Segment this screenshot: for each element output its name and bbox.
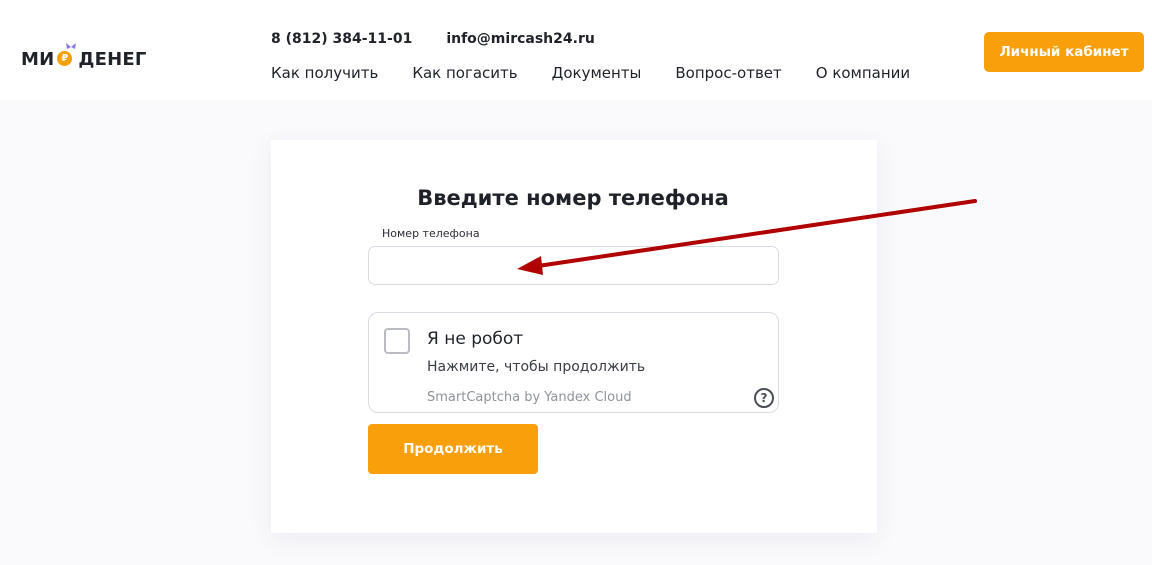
continue-button[interactable]: Продолжить [368,424,538,474]
captcha-subtitle: Нажмите, чтобы продолжить [427,359,646,375]
help-icon[interactable]: ? [754,388,774,408]
nav-item-how-to-get[interactable]: Как получить [271,64,378,82]
main-nav: Как получить Как погасить Документы Вопр… [271,64,910,82]
contacts: 8 (812) 384-11-01 info@mircash24.ru [271,31,595,47]
captcha-brand: SmartCaptcha by Yandex Cloud [427,390,632,405]
smart-captcha: Я не робот Нажмите, чтобы продолжить Sma… [368,312,779,413]
phone-link[interactable]: 8 (812) 384-11-01 [271,31,412,47]
phone-input[interactable] [368,246,779,285]
logo-coin-mark: ₽ [56,43,77,70]
nav-item-documents[interactable]: Документы [552,64,642,82]
site-header: МИ ₽ ДЕНЕГ 8 (812) 384-11-01 info@mircas… [0,0,1152,100]
phone-label: Номер телефона [382,227,480,240]
email-link[interactable]: info@mircash24.ru [446,31,594,47]
captcha-title: Я не робот [427,329,524,349]
logo-text-part2: ДЕНЕГ [78,48,147,70]
captcha-checkbox[interactable] [384,328,410,354]
nav-item-how-to-repay[interactable]: Как погасить [412,64,517,82]
form-title: Введите номер телефона [417,186,729,210]
site-logo[interactable]: МИ ₽ ДЕНЕГ [21,43,147,74]
nav-item-faq[interactable]: Вопрос-ответ [675,64,781,82]
logo-text-part1: МИ [21,48,55,70]
coin-icon: ₽ [57,51,73,66]
nav-item-about[interactable]: О компании [816,64,910,82]
personal-cabinet-button[interactable]: Личный кабинет [984,32,1144,72]
bow-icon [66,43,77,49]
